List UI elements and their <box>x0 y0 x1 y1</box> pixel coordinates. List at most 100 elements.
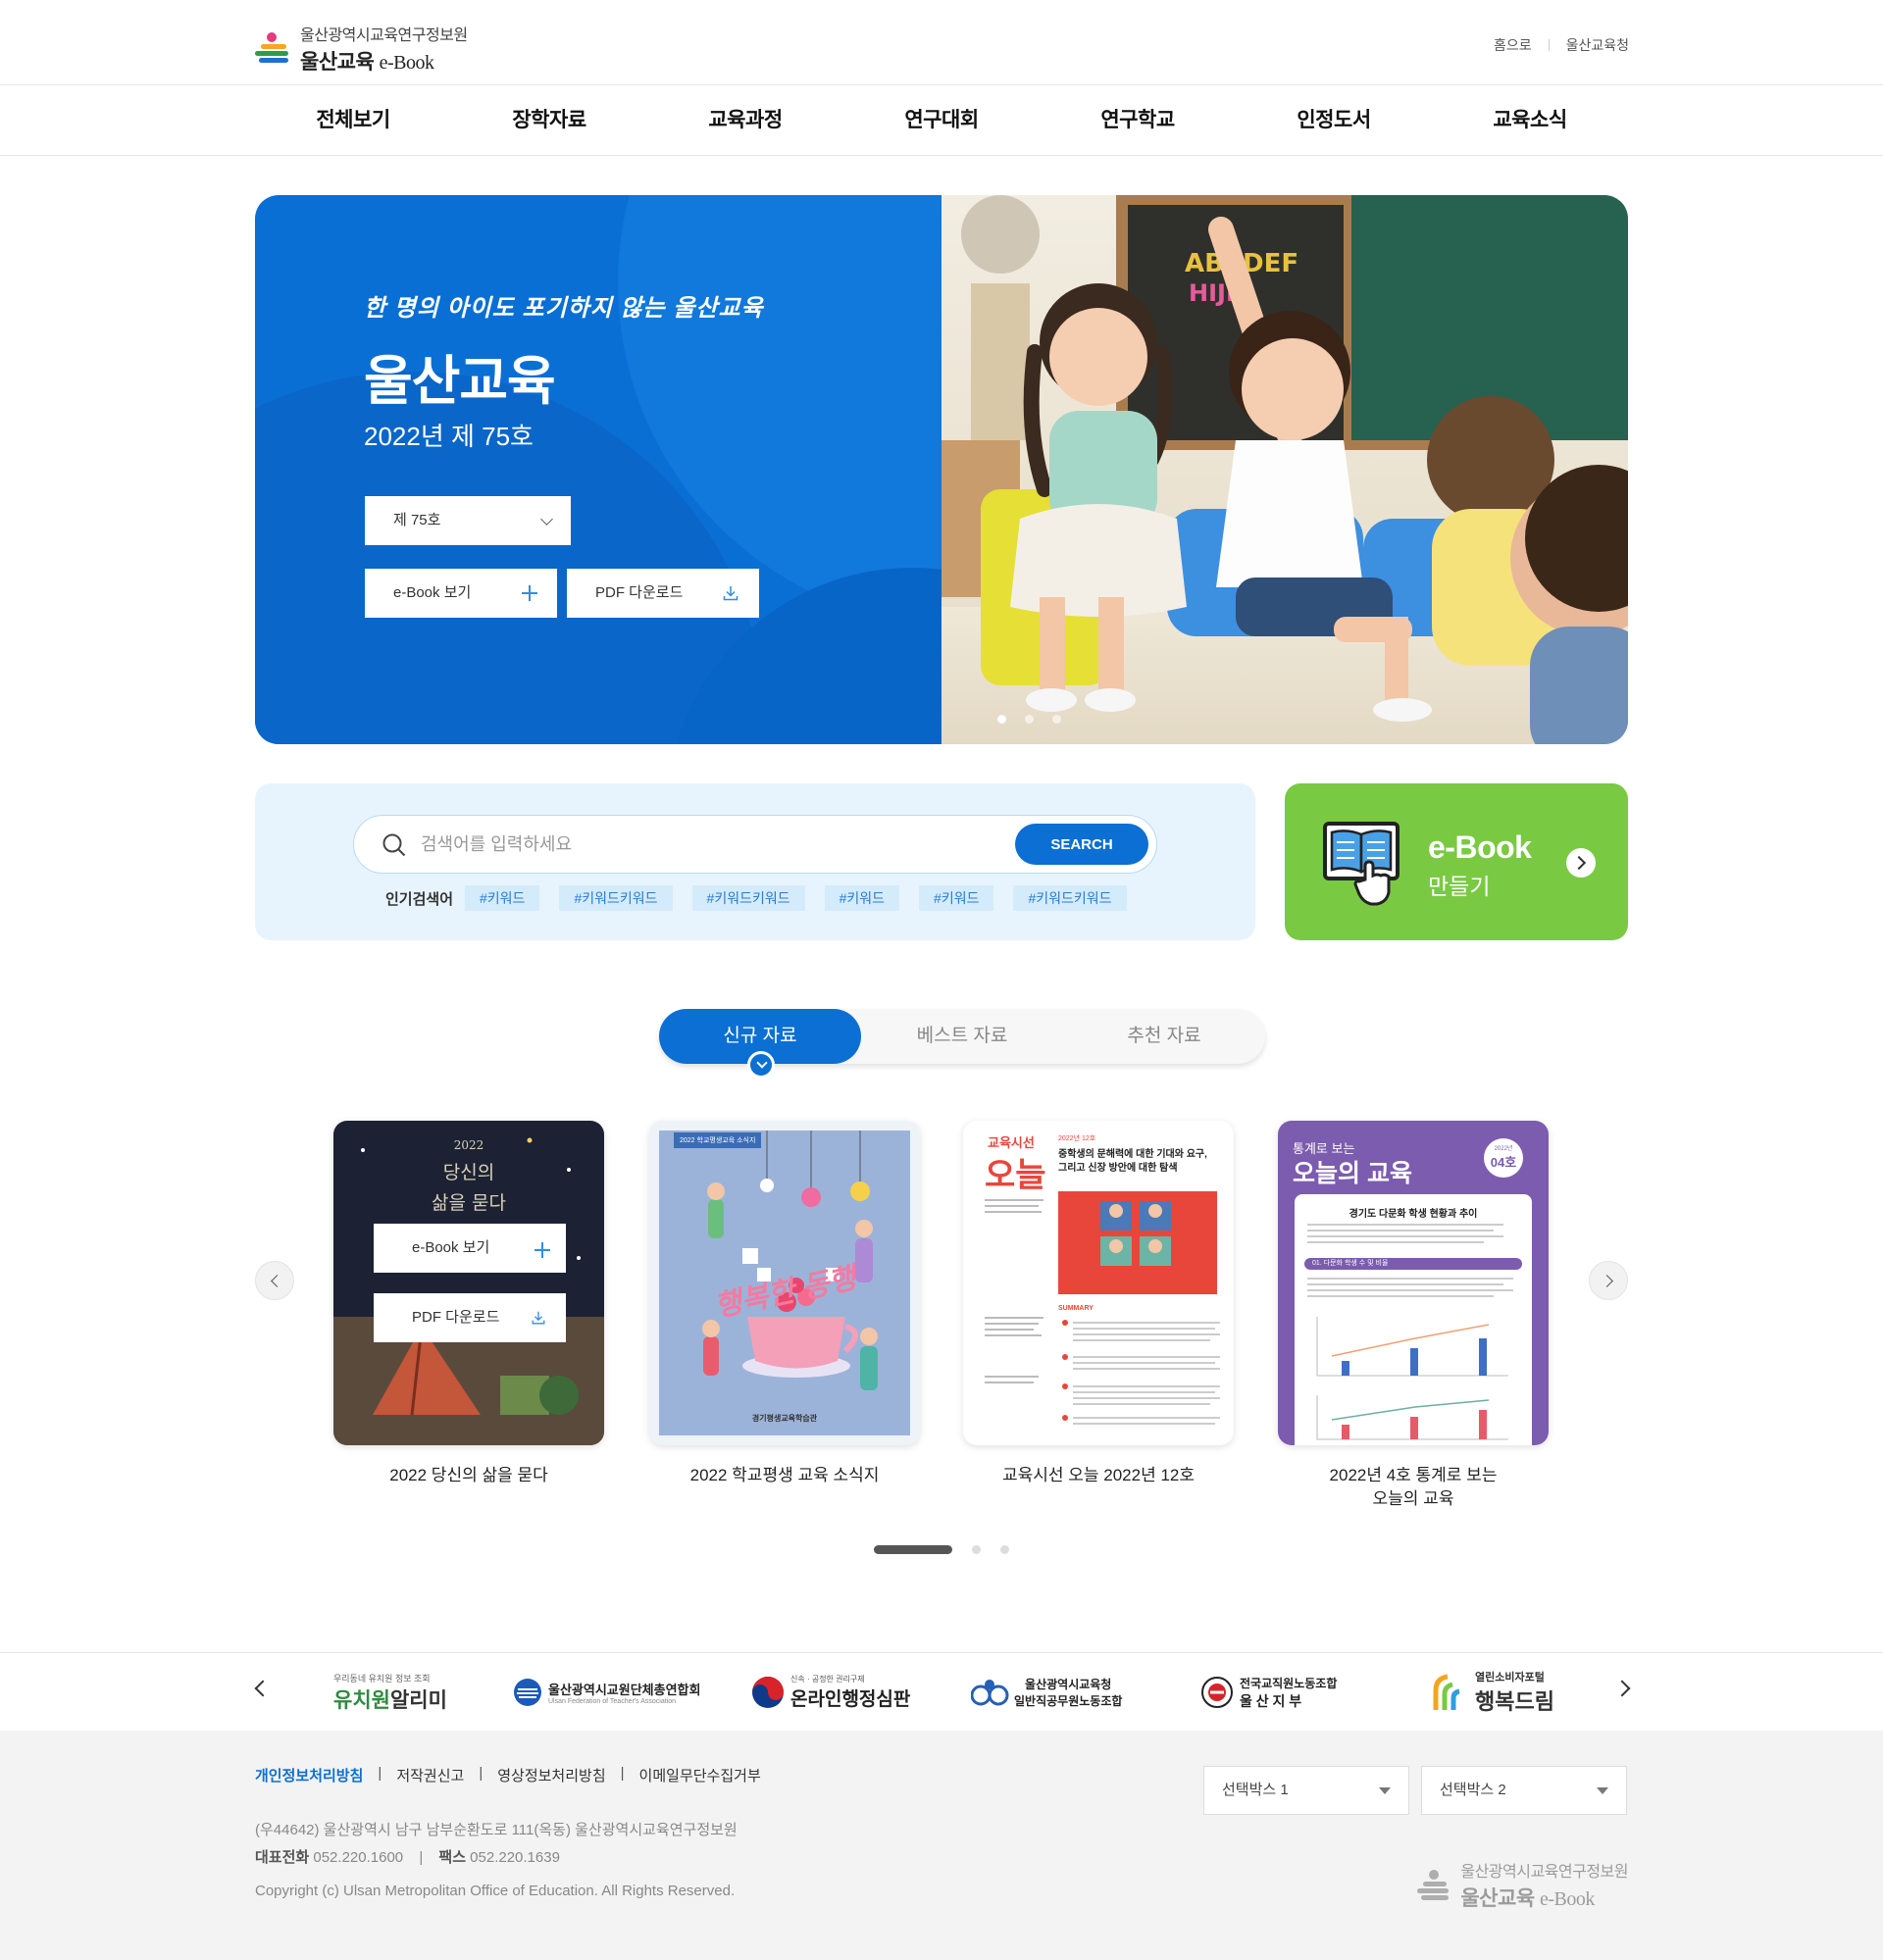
utility-links: 홈으로 울산교육청 <box>1494 35 1629 55</box>
taegeuk-icon <box>752 1677 784 1708</box>
site-logo[interactable]: 울산광역시교육연구정보원 울산교육 e-Book <box>255 22 468 75</box>
office-link[interactable]: 울산교육청 <box>1566 35 1629 55</box>
download-icon <box>532 1311 545 1325</box>
chevron-down-icon <box>747 1051 775 1079</box>
book-title[interactable]: 교육시선 오늘 2022년 12호 <box>963 1464 1234 1487</box>
site-header: 울산광역시교육연구정보원 울산교육 e-Book 홈으로 울산교육청 <box>0 0 1883 85</box>
ebook-view-label: e-Book 보기 <box>393 584 472 601</box>
plus-icon <box>522 585 537 601</box>
search-button[interactable]: SEARCH <box>1015 824 1148 865</box>
cover-publisher: 경기평생교육학습관 <box>751 1414 818 1423</box>
banner-consumer-portal[interactable]: 열린소비자포털 행복드림 <box>1432 1669 1554 1716</box>
related-sites-banner: 우리동네 유치원 정보 조회 유치원알리미 울산광역시교원단체총연합회 Ulsa… <box>0 1652 1883 1731</box>
slide-dot-1[interactable] <box>997 715 1006 724</box>
book-card[interactable]: 교육시선 오늘 2022년 12호 중학생의 문해력에 대한 기대와 요구, 그… <box>963 1121 1234 1487</box>
page-dot-3[interactable] <box>1000 1545 1009 1554</box>
banner-teachers-federation[interactable]: 울산광역시교원단체총연합회 Ulsan Federation of Teache… <box>513 1669 700 1716</box>
banner-teachers-union[interactable]: 전국교직원노동조합 울 산 지 부 <box>1200 1669 1337 1716</box>
issue-select[interactable]: 제 75호 <box>365 496 571 545</box>
book-card[interactable]: 2022 당신의 삶을 묻다 e-Book 보기 PDF 다운로드 2022 당… <box>333 1121 604 1487</box>
book-pdf-label: PDF 다운로드 <box>412 1309 500 1326</box>
logo-ebook: e-Book <box>379 52 434 74</box>
page-dot-1[interactable] <box>874 1545 952 1554</box>
banner-public-officials-union[interactable]: 울산광역시교육청 일반직공무원노동조합 <box>971 1669 1122 1716</box>
book-title-line1: 2022년 4호 통계로 보는 <box>1329 1466 1498 1484</box>
dropdown-arrow-icon <box>1597 1787 1608 1794</box>
nav-item-curriculum[interactable]: 교육과정 <box>647 85 843 156</box>
hero-subtitle: 2022년 제 75호 <box>364 422 534 451</box>
hero-photo: ABCDEF HIJK <box>942 195 1628 744</box>
main-nav: 전체보기 장학자료 교육과정 연구대회 연구학교 인정도서 교육소식 <box>0 85 1883 156</box>
hero-title: 울산교육 <box>364 352 556 411</box>
book-click-icon <box>1323 822 1400 906</box>
footer-logo: 울산광역시교육연구정보원 울산교육 e-Book <box>1417 1858 1628 1912</box>
footer-select-1[interactable]: 선택박스 1 <box>1203 1766 1409 1815</box>
email-policy-link[interactable]: 이메일무단수집거부 <box>639 1765 761 1785</box>
cover-title-line2: 삶을 묻다 <box>432 1192 506 1214</box>
book-title[interactable]: 2022 당신의 삶을 묻다 <box>333 1464 604 1487</box>
footer-links: 개인정보처리방침 | 저작권신고 | 영상정보처리방침 | 이메일무단수집거부 <box>255 1765 761 1785</box>
footer-tel: 052.220.1600 <box>313 1849 404 1866</box>
nav-item-research-contest[interactable]: 연구대회 <box>843 85 1040 156</box>
popular-keywords: 인기검색어 #키워드 #키워드키워드 #키워드키워드 #키워드 #키워드 #키워… <box>385 885 1146 911</box>
banner-admin-appeals[interactable]: 신속 · 공정한 권리구제 온라인행정심판 <box>751 1669 910 1716</box>
keyword-tag[interactable]: #키워드키워드 <box>559 885 673 911</box>
nav-item-news[interactable]: 교육소식 <box>1432 85 1628 156</box>
keyword-tag[interactable]: #키워드 <box>919 885 994 911</box>
logo-org-name: 울산광역시교육연구정보원 <box>300 27 468 44</box>
slide-dot-3[interactable] <box>1052 715 1061 724</box>
book-title[interactable]: 2022 학교평생 교육 소식지 <box>649 1464 920 1487</box>
chevron-right-icon <box>1566 848 1596 878</box>
book-card[interactable]: 통계로 보는 오늘의 교육 2022년 04호 경기도 다문화 학생 현황과 추… <box>1278 1121 1549 1511</box>
ebook-view-button[interactable]: e-Book 보기 <box>365 569 557 618</box>
nav-item-scholarship[interactable]: 장학자료 <box>451 85 647 156</box>
issue-select-value: 제 75호 <box>393 512 441 528</box>
privacy-policy-link[interactable]: 개인정보처리방침 <box>255 1765 363 1785</box>
ebook-make-subtitle: 만들기 <box>1428 874 1491 899</box>
banner-next-icon[interactable] <box>1613 1680 1631 1697</box>
carousel-prev-button[interactable] <box>255 1261 294 1300</box>
footer-fax: 052.220.1639 <box>470 1849 560 1866</box>
ebook-make-button[interactable]: e-Book 만들기 <box>1285 783 1628 940</box>
cctv-policy-link[interactable]: 영상정보처리방침 <box>497 1765 605 1785</box>
keyword-tag[interactable]: #키워드 <box>465 885 540 911</box>
cover-year: 2022 <box>453 1138 484 1152</box>
search-panel: SEARCH 인기검색어 #키워드 #키워드키워드 #키워드키워드 #키워드 #… <box>255 783 1255 940</box>
home-link[interactable]: 홈으로 <box>1494 35 1532 55</box>
footer-contact: 대표전화 052.220.1600 | 팩스 052.220.1639 <box>255 1849 560 1866</box>
book-cover[interactable]: 교육시선 오늘 2022년 12호 중학생의 문해력에 대한 기대와 요구, 그… <box>963 1121 1234 1445</box>
federation-logo-icon <box>514 1679 541 1706</box>
cover-summary: SUMMARY <box>1058 1305 1094 1312</box>
book-cover[interactable]: 2022 학교평생교육 소식지 행복한 동행 경기평생교육학습관 <box>649 1121 920 1445</box>
tab-new[interactable]: 신규 자료 <box>659 1009 861 1079</box>
book-pdf-button[interactable]: PDF 다운로드 <box>374 1293 566 1342</box>
nav-item-approved-books[interactable]: 인정도서 <box>1236 85 1432 156</box>
tab-recommended[interactable]: 추천 자료 <box>1063 1009 1265 1064</box>
nav-item-all[interactable]: 전체보기 <box>255 85 451 156</box>
footer-select-2[interactable]: 선택박스 2 <box>1421 1766 1627 1815</box>
material-tabs: 신규 자료 베스트 자료 추천 자료 <box>659 1009 1265 1079</box>
nav-item-research-school[interactable]: 연구학교 <box>1040 85 1236 156</box>
book-card[interactable]: 2022 학교평생교육 소식지 행복한 동행 경기평생교육학습관 2022 학교… <box>649 1121 920 1487</box>
book-title[interactable]: 2022년 4호 통계로 보는 오늘의 교육 <box>1278 1464 1549 1511</box>
pdf-download-button[interactable]: PDF 다운로드 <box>567 569 759 618</box>
tab-best-label: 베스트 자료 <box>916 1026 1008 1046</box>
copyright-report-link[interactable]: 저작권신고 <box>396 1765 464 1785</box>
keyword-tag[interactable]: #키워드 <box>824 885 900 911</box>
book-cover[interactable]: 통계로 보는 오늘의 교육 2022년 04호 경기도 다문화 학생 현황과 추… <box>1278 1121 1549 1445</box>
keyword-tag[interactable]: #키워드키워드 <box>691 885 805 911</box>
banner-kindergarten[interactable]: 우리동네 유치원 정보 조회 유치원알리미 <box>333 1669 447 1716</box>
banner-prev-icon[interactable] <box>254 1680 272 1697</box>
search-field: SEARCH <box>353 815 1157 874</box>
tab-best[interactable]: 베스트 자료 <box>861 1009 1063 1064</box>
dropdown-arrow-icon <box>1379 1787 1391 1794</box>
slide-dot-2[interactable] <box>1025 715 1034 724</box>
logo-mark-icon <box>255 30 292 68</box>
page-dot-2[interactable] <box>972 1545 981 1554</box>
keyword-tag[interactable]: #키워드키워드 <box>1013 885 1127 911</box>
book-cover[interactable]: 2022 당신의 삶을 묻다 e-Book 보기 PDF 다운로드 <box>333 1121 604 1445</box>
search-input[interactable] <box>419 828 997 861</box>
carousel-next-button[interactable] <box>1589 1261 1628 1300</box>
chevron-down-icon <box>540 513 553 526</box>
book-ebook-button[interactable]: e-Book 보기 <box>374 1224 566 1273</box>
